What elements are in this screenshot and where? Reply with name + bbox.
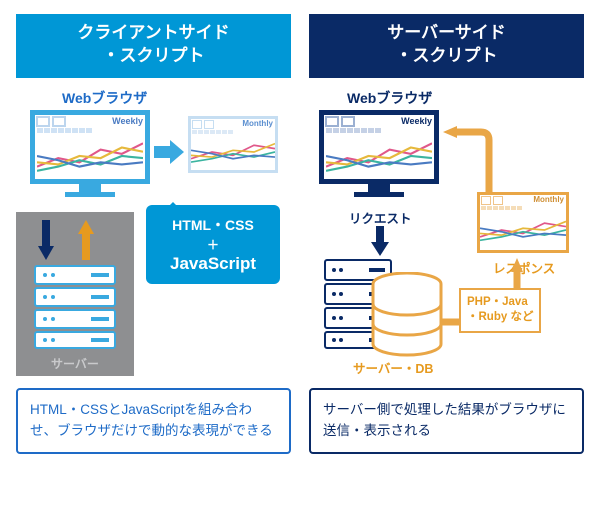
response-panel: Monthly [477,192,569,253]
client-title-bar: クライアントサイド ・スクリプト [16,14,291,78]
server-db-label: サーバー・DB [353,358,433,377]
bubble-js: JavaScript [170,254,256,273]
diagram-root: クライアントサイド ・スクリプト Webブラウザ Weekly [0,0,600,468]
server-side-column: サーバーサイド ・スクリプト Webブラウザ Weekly [309,14,584,454]
client-side-column: クライアントサイド ・スクリプト Webブラウザ Weekly [16,14,291,454]
download-arrow-icon [38,220,54,260]
client-monitor: Weekly [30,110,150,196]
server-browser-heading: Webブラウザ [347,88,584,108]
weekly-label: Weekly [112,115,145,128]
client-server-label: サーバー [24,355,126,372]
upload-arrow-icon [78,220,94,260]
client-summary: HTML・CSSとJavaScriptを組み合わせ、ブラウザだけで動的な表現がで… [16,388,291,454]
lang-line1: PHP・Java [467,296,528,308]
server-rack-icon [33,264,117,350]
weekly-chart-icon [37,134,143,178]
server-monthly-label: Monthly [531,195,566,206]
bubble-htmlcss: HTML・CSS [172,217,254,233]
response-chart-icon [480,210,566,250]
server-stage: Weekly [309,110,584,380]
lang-line2: ・Ruby など [467,311,533,323]
server-screen: Weekly [319,110,439,184]
server-title-line2: ・スクリプト [396,46,498,65]
server-summary: サーバー側で処理した結果がブラウザに送信・表示される [309,388,584,454]
monthly-chart-icon [191,134,275,170]
server-languages-box: PHP・Java ・Ruby など [459,288,541,333]
bubble-plus: ＋ [158,236,268,253]
client-title-line1: クライアントサイド [77,23,229,42]
server-monitor: Weekly [319,110,439,196]
transform-arrow-icon [154,140,184,164]
server-weekly-chart-icon [326,134,432,178]
client-screen: Weekly [30,110,150,184]
monthly-label: Monthly [240,119,275,130]
client-stage: Weekly [16,110,291,380]
client-tech-callout: HTML・CSS ＋ JavaScript [146,205,280,284]
client-title-line2: ・スクリプト [103,46,205,65]
request-label: リクエスト [349,208,412,227]
server-weekly-label: Weekly [401,115,434,128]
client-server-box: サーバー [16,212,134,376]
server-title-line1: サーバーサイド [387,23,506,42]
client-monthly-panel: Monthly [188,116,278,173]
request-arrow-icon [371,226,389,256]
client-browser-heading: Webブラウザ [62,88,291,108]
database-icon [371,272,443,358]
server-title-bar: サーバーサイド ・スクリプト [309,14,584,78]
